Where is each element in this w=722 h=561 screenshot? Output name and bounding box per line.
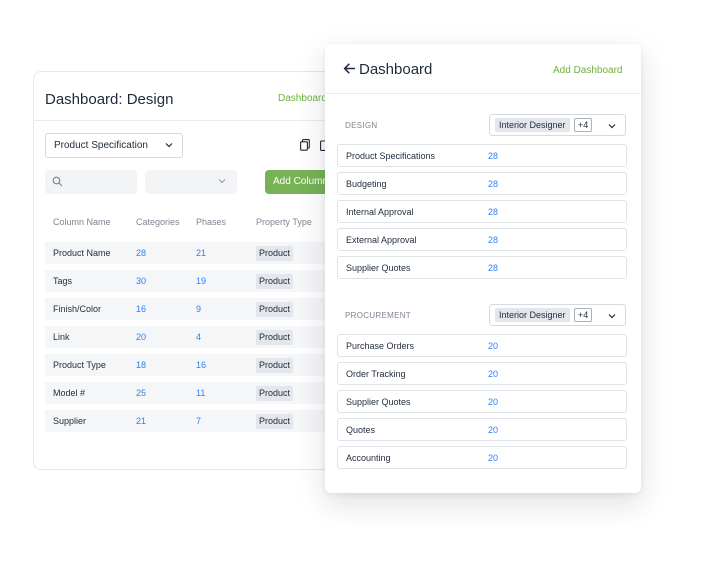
add-dashboard-link[interactable]: Add Dashboard [553,65,623,76]
panel-title: Dashboard [359,61,433,78]
item-count[interactable]: 20 [488,425,498,436]
cell-name: Supplier [53,416,87,426]
item-count[interactable]: 20 [488,397,498,408]
cell-categories[interactable]: 18 [136,360,146,371]
list-item[interactable]: Product Specifications 28 [337,144,627,167]
section-label-design: DESIGN [345,121,378,130]
item-count[interactable]: 28 [488,263,498,274]
search-icon [52,176,63,187]
cell-categories[interactable]: 16 [136,304,146,315]
copy-icon[interactable] [300,139,310,151]
search-input[interactable] [45,170,137,194]
cell-phases[interactable]: 16 [196,360,206,371]
column-header-property-type: Property Type [256,217,312,227]
cell-name: Model # [53,388,86,398]
list-item[interactable]: Supplier Quotes 20 [337,390,627,413]
table-row[interactable]: Supplier 21 7 Product [45,410,335,432]
cell-categories[interactable]: 25 [136,388,146,399]
chevron-down-icon [608,124,616,129]
cell-name: Product Type [53,360,106,370]
property-type-badge: Product [256,330,294,345]
property-type-badge: Product [256,274,294,289]
list-item[interactable]: Quotes 20 [337,418,627,441]
item-label: Supplier Quotes [346,397,411,407]
table-row[interactable]: Tags 30 19 Product [45,270,335,292]
property-type-badge: Product [256,386,294,401]
divider [325,93,641,94]
list-item[interactable]: External Approval 28 [337,228,627,251]
list-item[interactable]: Order Tracking 20 [337,362,627,385]
item-label: Accounting [346,453,391,463]
property-type-badge: Product [256,246,294,261]
list-item[interactable]: Budgeting 28 [337,172,627,195]
item-label: Supplier Quotes [346,263,411,273]
page-title: Dashboard: Design [45,91,174,108]
chevron-down-icon [608,314,616,319]
property-type-badge: Product [256,414,294,429]
table-row[interactable]: Product Name 28 21 Product [45,242,335,264]
design-dashboard-card: Dashboard: Design Dashboard Product Spec… [33,71,363,470]
cell-phases[interactable]: 7 [196,416,201,427]
role-select-design[interactable]: Interior Designer +4 [489,114,626,136]
section-label-procurement: PROCUREMENT [345,311,411,320]
table-row[interactable]: Finish/Color 16 9 Product [45,298,335,320]
cell-categories[interactable]: 30 [136,276,146,287]
cell-name: Tags [53,276,73,286]
cell-phases[interactable]: 19 [196,276,206,287]
role-chip: Interior Designer [495,118,570,132]
dashboard-link[interactable]: Dashboard [278,93,327,104]
cell-categories[interactable]: 20 [136,332,146,343]
item-count[interactable]: 20 [488,453,498,464]
table-row[interactable]: Link 20 4 Product [45,326,335,348]
chevron-down-icon [165,143,173,148]
item-count[interactable]: 28 [488,207,498,218]
table-row[interactable]: Model # 25 11 Product [45,382,335,404]
role-chip: Interior Designer [495,308,570,322]
property-type-badge: Product [256,302,294,317]
cell-name: Product Name [53,248,111,258]
filter-select[interactable] [145,170,237,194]
list-item[interactable]: Supplier Quotes 28 [337,256,627,279]
item-label: External Approval [346,235,417,245]
cell-name: Finish/Color [53,304,102,314]
item-count[interactable]: 28 [488,235,498,246]
item-label: Quotes [346,425,376,435]
item-count[interactable]: 28 [488,151,498,162]
product-spec-select[interactable]: Product Specification [45,133,183,158]
item-label: Product Specifications [346,151,436,161]
divider [34,120,362,121]
cell-phases[interactable]: 11 [196,388,205,399]
arrow-left-icon[interactable] [343,62,356,75]
chevron-down-icon [218,179,226,184]
cell-name: Link [53,332,70,342]
select-value: Product Specification [54,140,148,151]
cell-phases[interactable]: 4 [196,332,201,343]
more-roles-badge[interactable]: +4 [574,118,593,132]
cell-categories[interactable]: 28 [136,248,146,259]
item-count[interactable]: 28 [488,179,498,190]
column-header-phases: Phases [196,217,227,227]
list-item[interactable]: Purchase Orders 20 [337,334,627,357]
table-row[interactable]: Product Type 18 16 Product [45,354,335,376]
property-type-badge: Product [256,358,294,373]
item-label: Purchase Orders [346,341,415,351]
cell-phases[interactable]: 9 [196,304,201,315]
more-roles-badge[interactable]: +4 [574,308,593,322]
column-header-categories: Categories [136,217,180,227]
item-count[interactable]: 20 [488,369,498,380]
dashboard-panel: Dashboard Add Dashboard DESIGN Interior … [325,44,641,493]
role-select-procurement[interactable]: Interior Designer +4 [489,304,626,326]
item-label: Order Tracking [346,369,406,379]
item-label: Budgeting [346,179,387,189]
cell-phases[interactable]: 21 [196,248,206,259]
column-header-name: Column Name [53,217,111,227]
list-item[interactable]: Accounting 20 [337,446,627,469]
list-item[interactable]: Internal Approval 28 [337,200,627,223]
item-count[interactable]: 20 [488,341,498,352]
cell-categories[interactable]: 21 [136,416,146,427]
item-label: Internal Approval [346,207,414,217]
